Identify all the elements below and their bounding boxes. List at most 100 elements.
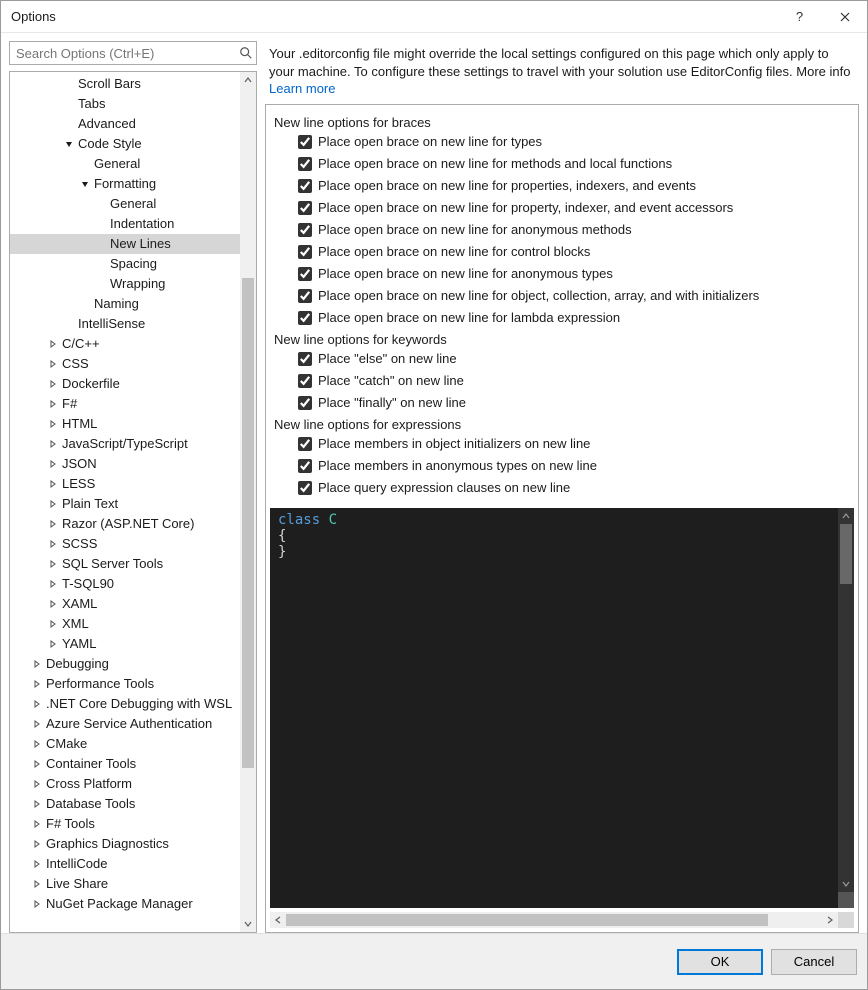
tree-node[interactable]: New Lines (10, 234, 240, 254)
chevron-right-icon[interactable] (46, 437, 60, 451)
scroll-up-icon[interactable] (838, 508, 854, 524)
chevron-right-icon[interactable] (30, 757, 44, 771)
chevron-down-icon[interactable] (62, 137, 76, 151)
tree-node[interactable]: Debugging (10, 654, 240, 674)
option-checkbox[interactable] (298, 289, 312, 303)
chevron-right-icon[interactable] (46, 337, 60, 351)
chevron-right-icon[interactable] (46, 477, 60, 491)
chevron-right-icon[interactable] (46, 417, 60, 431)
tree-node[interactable]: XAML (10, 594, 240, 614)
chevron-right-icon[interactable] (30, 797, 44, 811)
tree-node[interactable]: Performance Tools (10, 674, 240, 694)
option-checkbox[interactable] (298, 245, 312, 259)
search-input[interactable] (9, 41, 257, 65)
scroll-thumb[interactable] (286, 914, 768, 926)
tree-node[interactable]: IntelliSense (10, 314, 240, 334)
preview-horizontal-scrollbar[interactable] (270, 912, 854, 928)
option-checkbox[interactable] (298, 179, 312, 193)
chevron-right-icon[interactable] (46, 457, 60, 471)
chevron-right-icon[interactable] (46, 377, 60, 391)
option-checkbox[interactable] (298, 135, 312, 149)
chevron-right-icon[interactable] (30, 697, 44, 711)
tree-scrollbar[interactable] (240, 72, 256, 932)
chevron-right-icon[interactable] (30, 657, 44, 671)
ok-button[interactable]: OK (677, 949, 763, 975)
tree-node[interactable]: Razor (ASP.NET Core) (10, 514, 240, 534)
tree-node[interactable]: LESS (10, 474, 240, 494)
chevron-right-icon[interactable] (30, 717, 44, 731)
tree-node[interactable]: Scroll Bars (10, 74, 240, 94)
chevron-down-icon[interactable] (78, 177, 92, 191)
preview-vertical-scrollbar[interactable] (838, 508, 854, 908)
tree-node[interactable]: JSON (10, 454, 240, 474)
tree-node[interactable]: Naming (10, 294, 240, 314)
tree-node[interactable]: NuGet Package Manager (10, 894, 240, 914)
chevron-right-icon[interactable] (30, 817, 44, 831)
chevron-right-icon[interactable] (46, 537, 60, 551)
chevron-right-icon[interactable] (30, 897, 44, 911)
close-button[interactable] (822, 1, 867, 33)
scroll-right-icon[interactable] (822, 912, 838, 928)
tree-node[interactable]: F# (10, 394, 240, 414)
chevron-right-icon[interactable] (46, 397, 60, 411)
tree-node[interactable]: Azure Service Authentication (10, 714, 240, 734)
option-checkbox[interactable] (298, 267, 312, 281)
scroll-thumb[interactable] (840, 524, 852, 584)
scroll-up-icon[interactable] (240, 72, 256, 88)
chevron-right-icon[interactable] (46, 357, 60, 371)
tree-node[interactable]: CMake (10, 734, 240, 754)
tree-node[interactable]: Indentation (10, 214, 240, 234)
scroll-down-icon[interactable] (240, 916, 256, 932)
option-checkbox[interactable] (298, 437, 312, 451)
option-checkbox[interactable] (298, 396, 312, 410)
tree-node[interactable]: Database Tools (10, 794, 240, 814)
tree-node[interactable]: Wrapping (10, 274, 240, 294)
tree-node[interactable]: Code Style (10, 134, 240, 154)
tree-node[interactable]: HTML (10, 414, 240, 434)
tree-node[interactable]: Spacing (10, 254, 240, 274)
tree-node[interactable]: Container Tools (10, 754, 240, 774)
scroll-down-icon[interactable] (838, 876, 854, 892)
tree-node[interactable]: .NET Core Debugging with WSL (10, 694, 240, 714)
tree-node[interactable]: Plain Text (10, 494, 240, 514)
chevron-right-icon[interactable] (30, 737, 44, 751)
tree-node[interactable]: Tabs (10, 94, 240, 114)
tree-node[interactable]: Cross Platform (10, 774, 240, 794)
tree-node[interactable]: Live Share (10, 874, 240, 894)
chevron-right-icon[interactable] (46, 577, 60, 591)
tree-node[interactable]: Graphics Diagnostics (10, 834, 240, 854)
tree-node[interactable]: CSS (10, 354, 240, 374)
chevron-right-icon[interactable] (46, 557, 60, 571)
tree-node[interactable]: Formatting (10, 174, 240, 194)
tree-node[interactable]: C/C++ (10, 334, 240, 354)
tree-node[interactable]: T-SQL90 (10, 574, 240, 594)
tree-node[interactable]: Dockerfile (10, 374, 240, 394)
tree-node[interactable]: SQL Server Tools (10, 554, 240, 574)
tree-node[interactable]: YAML (10, 634, 240, 654)
chevron-right-icon[interactable] (46, 497, 60, 511)
option-checkbox[interactable] (298, 481, 312, 495)
scroll-left-icon[interactable] (270, 912, 286, 928)
chevron-right-icon[interactable] (46, 617, 60, 631)
chevron-right-icon[interactable] (30, 837, 44, 851)
option-checkbox[interactable] (298, 201, 312, 215)
chevron-right-icon[interactable] (46, 597, 60, 611)
chevron-right-icon[interactable] (30, 677, 44, 691)
option-checkbox[interactable] (298, 352, 312, 366)
tree-node[interactable]: IntelliCode (10, 854, 240, 874)
tree-node[interactable]: JavaScript/TypeScript (10, 434, 240, 454)
tree-node[interactable]: F# Tools (10, 814, 240, 834)
cancel-button[interactable]: Cancel (771, 949, 857, 975)
option-checkbox[interactable] (298, 459, 312, 473)
tree-node[interactable]: SCSS (10, 534, 240, 554)
option-checkbox[interactable] (298, 223, 312, 237)
option-checkbox[interactable] (298, 374, 312, 388)
learn-more-link[interactable]: Learn more (269, 81, 335, 96)
chevron-right-icon[interactable] (30, 777, 44, 791)
help-button[interactable]: ? (777, 1, 822, 33)
tree-node[interactable]: XML (10, 614, 240, 634)
tree-node[interactable]: General (10, 194, 240, 214)
tree-node[interactable]: General (10, 154, 240, 174)
option-checkbox[interactable] (298, 157, 312, 171)
chevron-right-icon[interactable] (30, 877, 44, 891)
